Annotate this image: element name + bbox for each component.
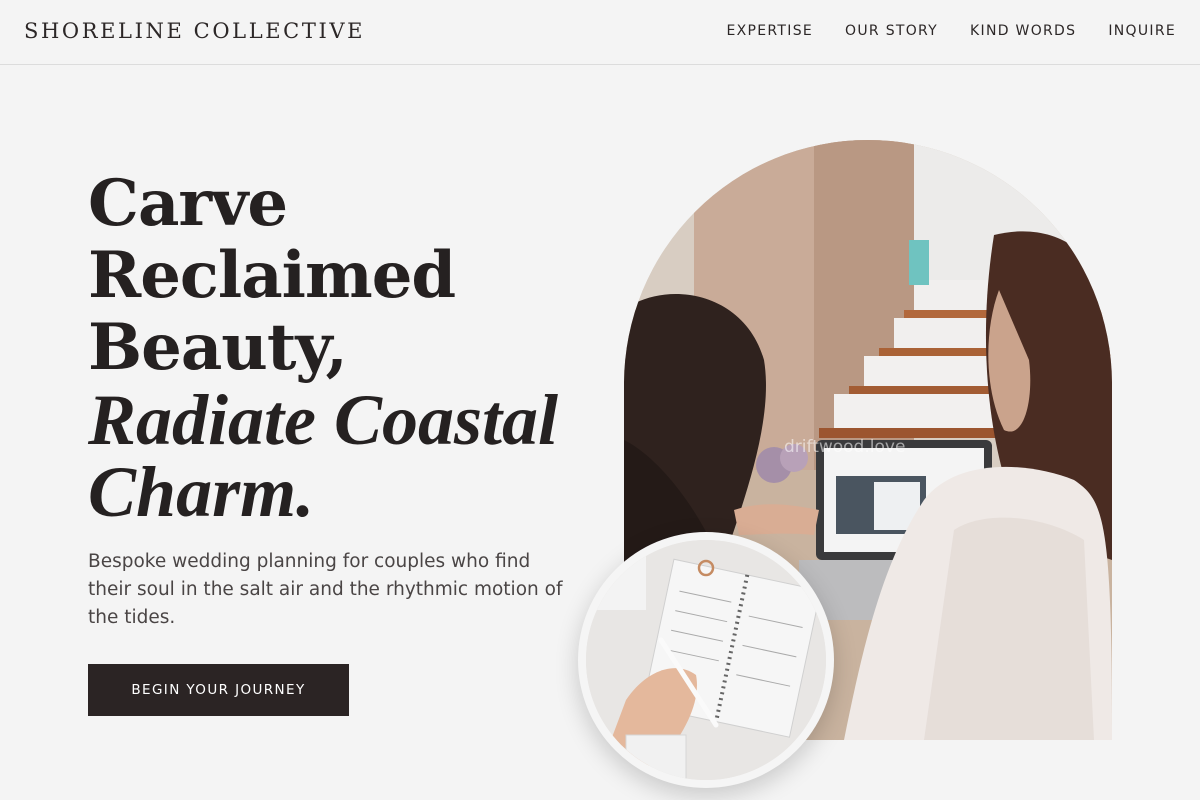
nav-link-inquire[interactable]: INQUIRE [1108, 23, 1176, 39]
headline-italic-line: Radiate Coastal [88, 380, 559, 460]
site-header: SHORELINE COLLECTIVE EXPERTISE OUR STORY… [0, 0, 1200, 65]
headline-line: Beauty, [88, 310, 348, 385]
brand-logo[interactable]: SHORELINE COLLECTIVE [24, 19, 365, 43]
circle-photo [586, 540, 826, 780]
hero-description: Bespoke wedding planning for couples who… [88, 551, 563, 628]
main-nav: EXPERTISE OUR STORY KIND WORDS INQUIRE [727, 23, 1177, 39]
headline-italic-line: Charm. [88, 452, 315, 532]
circle-photo-frame [578, 532, 834, 788]
circle-photo-illustration [586, 540, 826, 780]
begin-journey-button[interactable]: BEGIN YOUR JOURNEY [88, 664, 349, 716]
headline-line: Carve [88, 166, 288, 241]
photo-watermark: driftwood.love [784, 437, 905, 457]
hero-headline: Carve Reclaimed Beauty, Radiate Coastal … [88, 166, 608, 532]
headline-line: Reclaimed [88, 238, 456, 313]
nav-link-kind-words[interactable]: KIND WORDS [970, 23, 1076, 39]
nav-link-our-story[interactable]: OUR STORY [845, 23, 938, 39]
nav-link-expertise[interactable]: EXPERTISE [727, 23, 814, 39]
